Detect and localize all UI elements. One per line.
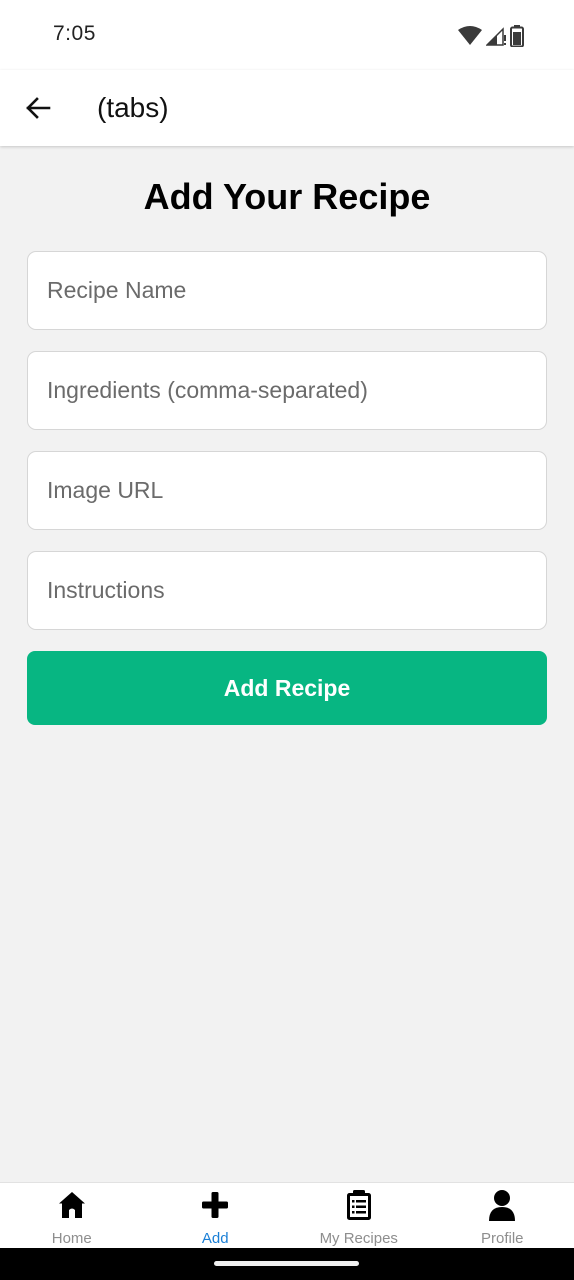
tab-add[interactable]: Add <box>144 1183 288 1248</box>
status-bar: 7:05 <box>0 0 574 70</box>
user-icon <box>486 1189 518 1221</box>
cell-signal-icon <box>486 27 506 46</box>
image-url-input[interactable] <box>27 451 547 530</box>
tab-my-recipes[interactable]: My Recipes <box>287 1183 431 1248</box>
tab-label: My Recipes <box>319 1230 398 1247</box>
add-recipe-button[interactable]: Add Recipe <box>27 651 547 725</box>
page-title: Add Your Recipe <box>143 176 431 217</box>
plus-icon <box>199 1189 231 1221</box>
tab-label: Add <box>201 1230 229 1247</box>
arrow-left-icon <box>26 97 51 119</box>
clipboard-icon <box>343 1189 375 1221</box>
tab-home[interactable]: Home <box>0 1183 144 1248</box>
tab-profile[interactable]: Profile <box>431 1183 574 1248</box>
status-icons <box>458 24 524 48</box>
status-time: 7:05 <box>53 22 96 45</box>
ingredients-input[interactable] <box>27 351 547 430</box>
back-button[interactable] <box>18 88 58 128</box>
home-gesture-handle[interactable] <box>214 1261 359 1266</box>
recipe-name-input[interactable] <box>27 251 547 330</box>
app-bar: (tabs) <box>0 70 574 146</box>
wifi-icon <box>458 26 482 45</box>
home-icon <box>56 1189 88 1221</box>
tab-label: Home <box>51 1230 92 1247</box>
bottom-tab-bar: Home Add My Recipes Profile <box>0 1182 574 1248</box>
system-navigation-bar <box>0 1248 574 1280</box>
tab-label: Profile <box>480 1230 524 1247</box>
instructions-input[interactable] <box>27 551 547 630</box>
app-bar-title: (tabs) <box>97 92 169 123</box>
battery-icon <box>510 25 524 47</box>
